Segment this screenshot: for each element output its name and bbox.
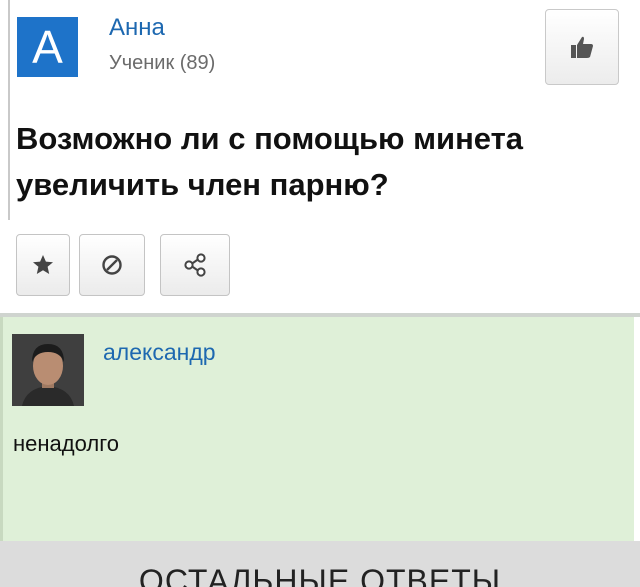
author-name-link[interactable]: Анна [109, 14, 165, 42]
other-answers-button[interactable]: ОСТАЛЬНЫЕ ОТВЕТЫ [0, 541, 640, 587]
share-button[interactable] [160, 234, 230, 296]
other-answers-label: ОСТАЛЬНЫЕ ОТВЕТЫ [138, 563, 502, 587]
answer-card: александр ненадолго [0, 317, 634, 547]
answer-author-name-link[interactable]: александр [103, 339, 216, 366]
author-rank: Ученик (89) [109, 52, 216, 74]
like-button[interactable] [545, 9, 619, 85]
block-icon [102, 255, 122, 275]
share-icon [184, 253, 206, 277]
answer-author-avatar[interactable] [12, 334, 84, 406]
block-button[interactable] [79, 234, 145, 296]
question-card: А Анна Ученик (89) Возможно ли с помощью… [0, 0, 640, 316]
question-title: Возможно ли с помощью минета увеличить ч… [16, 121, 524, 202]
author-avatar[interactable]: А [17, 17, 78, 77]
user-photo-icon [12, 334, 84, 406]
favorite-button[interactable] [16, 234, 70, 296]
star-icon [33, 255, 53, 274]
thumbs-up-icon [571, 36, 593, 58]
left-border [8, 0, 10, 220]
answer-text: ненадолго [13, 431, 119, 456]
